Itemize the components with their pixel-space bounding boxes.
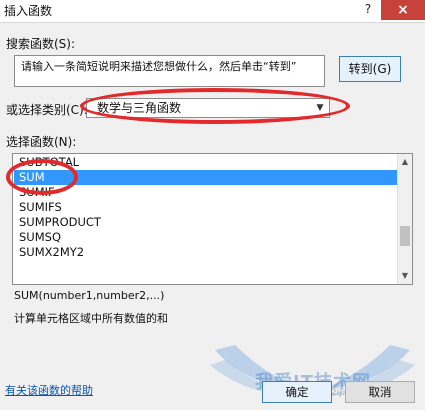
scroll-up-icon[interactable]: ▲ [398,154,412,170]
function-list-label: 选择函数(N): [6,135,77,149]
search-label: 搜索函数(S): [6,37,76,51]
chevron-down-icon[interactable]: ▼ [313,101,327,115]
insert-function-dialog: 插入函数 ? × 搜索函数(S): 请输入一条简短说明来描述您想做什么，然后单击… [0,0,425,410]
help-icon[interactable]: ? [359,0,377,18]
list-scrollbar[interactable]: ▲ ▼ [397,154,412,284]
dialog-body: 搜索函数(S): 请输入一条简短说明来描述您想做什么，然后单击“转到” 转到(G… [0,22,425,410]
scroll-thumb[interactable] [400,226,410,246]
list-item[interactable]: SUMSQ [14,230,398,245]
list-item[interactable]: SUMIF [14,185,398,200]
dialog-title: 插入函数 [4,4,53,18]
category-selected-value: 数学与三角函数 [97,101,182,115]
cancel-button[interactable]: 取消 [345,381,415,403]
list-item[interactable]: SUMPRODUCT [14,215,398,230]
goto-button[interactable]: 转到(G) [339,56,401,82]
close-icon[interactable]: × [381,0,425,20]
title-bar: 插入函数 ? × [0,0,425,22]
list-item[interactable]: SUMIFS [14,200,398,215]
scroll-down-icon[interactable]: ▼ [398,268,412,284]
category-select[interactable]: 数学与三角函数 ▼ [86,98,330,118]
list-item[interactable]: SUBTOTAL [14,155,398,170]
search-input[interactable]: 请输入一条简短说明来描述您想做什么，然后单击“转到” [14,55,325,87]
ok-button[interactable]: 确定 [262,381,332,403]
function-description: 计算单元格区域中所有数值的和 [14,312,168,325]
function-signature: SUM(number1,number2,...) [14,289,165,302]
list-item-selected[interactable]: SUM [14,170,398,185]
category-label: 或选择类别(C): [6,103,88,117]
function-list[interactable]: SUBTOTAL SUM SUMIF SUMIFS SUMPRODUCT SUM… [12,153,413,285]
function-help-link[interactable]: 有关该函数的帮助 [5,382,93,398]
list-item[interactable]: SUMX2MY2 [14,245,398,260]
